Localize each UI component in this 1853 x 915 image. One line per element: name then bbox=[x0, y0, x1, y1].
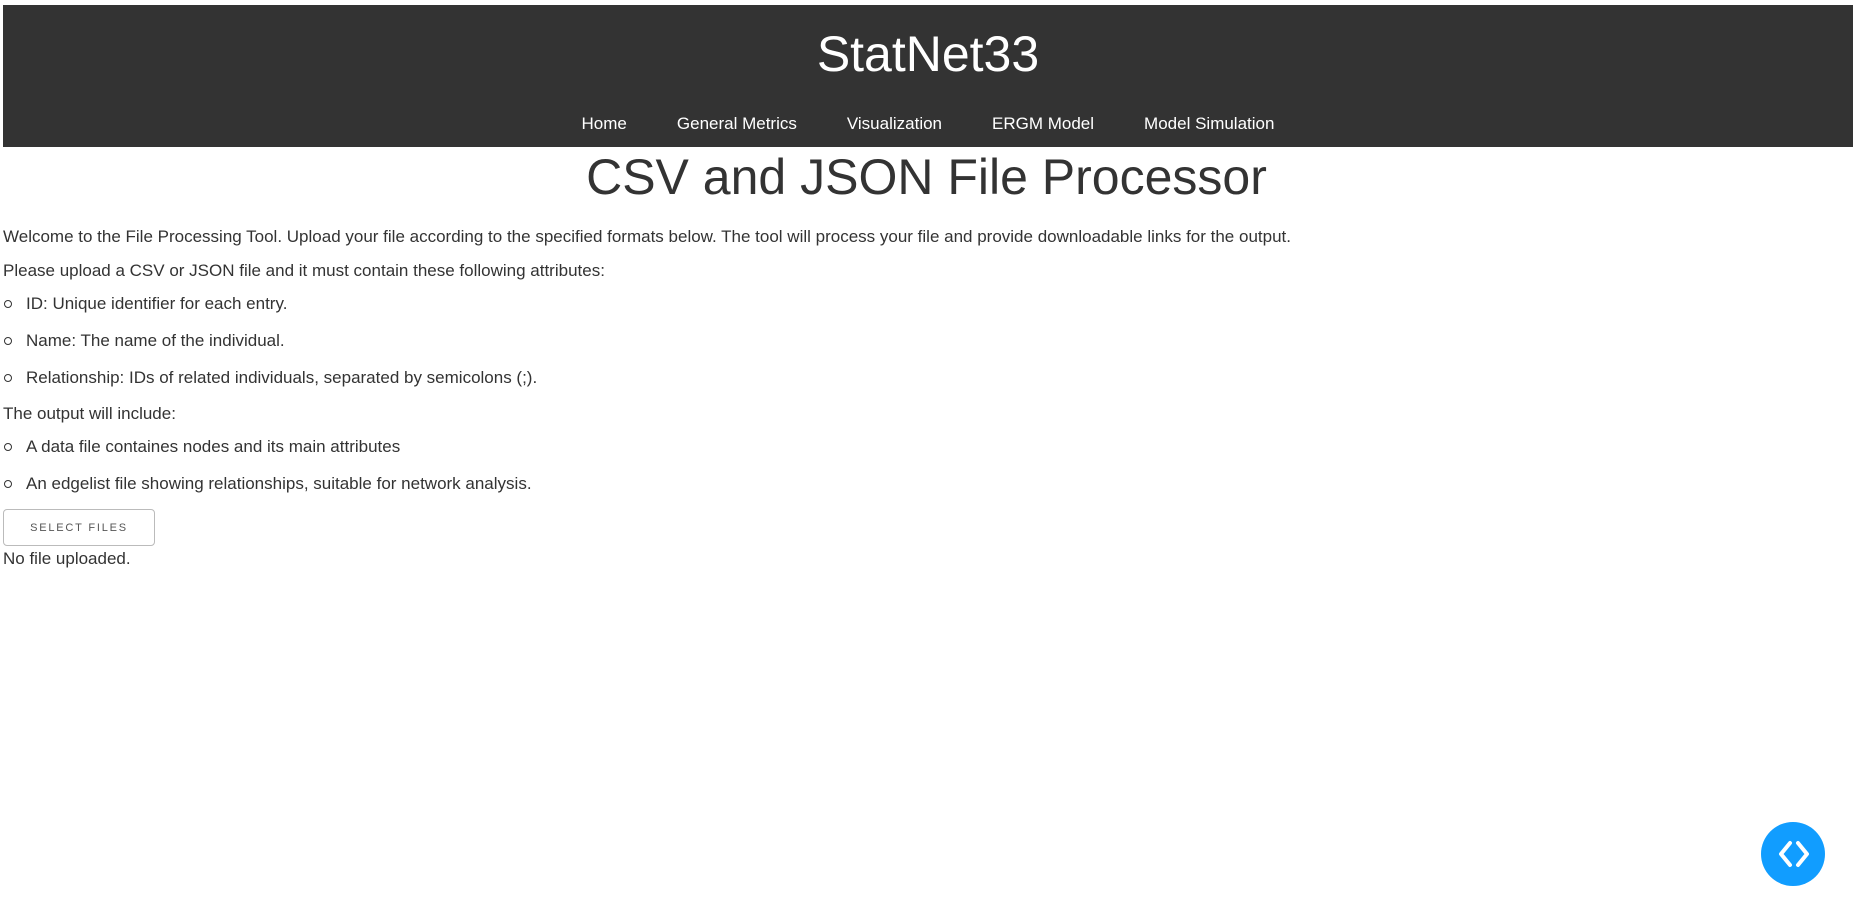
main-nav: Home General Metrics Visualization ERGM … bbox=[3, 106, 1853, 142]
nav-link-visualization[interactable]: Visualization bbox=[822, 106, 967, 142]
list-item: An edgelist file showing relationships, … bbox=[3, 471, 532, 508]
nav-link-model-simulation[interactable]: Model Simulation bbox=[1119, 106, 1299, 142]
list-item-text: An edgelist file showing relationships, … bbox=[26, 474, 532, 493]
page-title: CSV and JSON File Processor bbox=[586, 149, 1267, 205]
code-brackets-icon bbox=[1779, 841, 1809, 867]
list-item-text: Name: The name of the individual. bbox=[26, 331, 285, 350]
circle-bullet-icon bbox=[4, 300, 12, 308]
circle-bullet-icon bbox=[4, 480, 12, 488]
list-item: Name: The name of the individual. bbox=[3, 328, 537, 365]
select-files-button[interactable]: Select Files bbox=[3, 509, 155, 546]
list-item: A data file containes nodes and its main… bbox=[3, 434, 532, 471]
circle-bullet-icon bbox=[4, 337, 12, 345]
intro-text: Welcome to the File Processing Tool. Upl… bbox=[3, 227, 1291, 246]
upload-status-text: No file uploaded. bbox=[3, 549, 131, 568]
circle-bullet-icon bbox=[4, 443, 12, 451]
site-title: StatNet33 bbox=[816, 26, 1040, 82]
output-intro: The output will include: bbox=[3, 404, 176, 423]
nav-link-ergm-model[interactable]: ERGM Model bbox=[967, 106, 1119, 142]
outputs-list: A data file containes nodes and its main… bbox=[3, 434, 532, 508]
requirements-intro: Please upload a CSV or JSON file and it … bbox=[3, 261, 605, 280]
circle-bullet-icon bbox=[4, 374, 12, 382]
list-item-text: ID: Unique identifier for each entry. bbox=[26, 294, 288, 313]
list-item-text: A data file containes nodes and its main… bbox=[26, 437, 401, 456]
nav-link-general-metrics[interactable]: General Metrics bbox=[652, 106, 822, 142]
page: StatNet33 Home General Metrics Visualiza… bbox=[0, 0, 1853, 915]
requirements-list: ID: Unique identifier for each entry. Na… bbox=[3, 291, 537, 402]
list-item-text: Relationship: IDs of related individuals… bbox=[26, 368, 538, 387]
debug-toggle-button[interactable] bbox=[1761, 822, 1825, 886]
header-bar: StatNet33 Home General Metrics Visualiza… bbox=[3, 5, 1853, 147]
list-item: ID: Unique identifier for each entry. bbox=[3, 291, 537, 328]
nav-link-home[interactable]: Home bbox=[557, 106, 652, 142]
list-item: Relationship: IDs of related individuals… bbox=[3, 365, 537, 402]
